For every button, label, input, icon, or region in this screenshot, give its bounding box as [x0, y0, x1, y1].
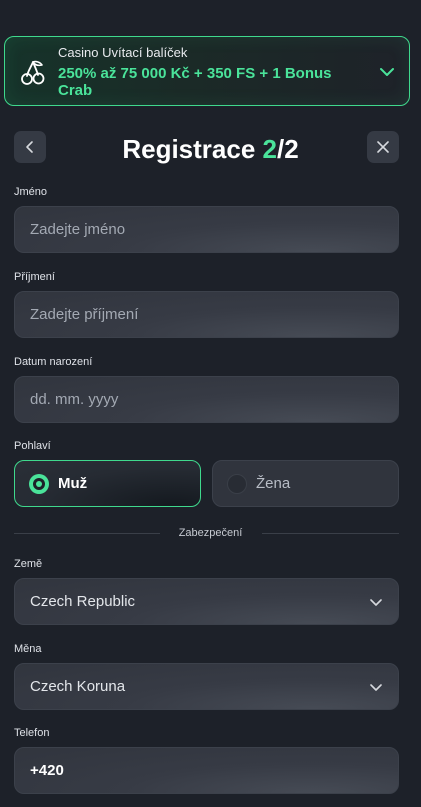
gender-option-female[interactable]: Žena: [212, 460, 399, 507]
page-title: Registrace 2/2: [0, 134, 421, 165]
gender-female-label: Žena: [256, 475, 291, 492]
welcome-bonus-banner[interactable]: Casino Uvítací balíček 250% až 75 000 Kč…: [4, 36, 410, 106]
currency-value: Czech Koruna: [30, 678, 126, 695]
registration-screen: Casino Uvítací balíček 250% až 75 000 Kč…: [0, 0, 421, 807]
close-button[interactable]: [367, 131, 399, 163]
birth-date-field[interactable]: [14, 376, 399, 423]
gender-male-label: Muž: [58, 475, 88, 492]
last-name-field[interactable]: [14, 291, 399, 338]
chevron-down-icon: [370, 599, 382, 606]
chevron-down-icon: [370, 684, 382, 691]
close-icon: [377, 141, 389, 153]
country-select[interactable]: Czech Republic: [14, 578, 399, 625]
currency-select[interactable]: Czech Koruna: [14, 663, 399, 710]
phone-field[interactable]: [14, 747, 399, 794]
step-total: /2: [276, 134, 299, 164]
country-label: Země: [14, 558, 43, 570]
promo-title: Casino Uvítací balíček: [58, 45, 188, 60]
first-name-field[interactable]: [14, 206, 399, 253]
radio-selected-icon[interactable]: [29, 474, 49, 494]
birth-date-label: Datum narození: [14, 356, 93, 368]
currency-label: Měna: [14, 643, 42, 655]
radio-unselected-icon[interactable]: [227, 474, 247, 494]
gender-option-male[interactable]: Muž: [14, 460, 201, 507]
divider-line-right: [262, 533, 399, 534]
first-name-input[interactable]: [30, 207, 360, 252]
phone-label: Telefon: [14, 727, 50, 739]
step-current: 2: [262, 134, 277, 164]
title-text: Registrace: [122, 134, 263, 164]
promo-offer: 250% až 75 000 Kč + 350 FS + 1 Bonus Cra…: [58, 65, 332, 99]
phone-input[interactable]: [30, 748, 360, 793]
birth-date-input[interactable]: [30, 377, 360, 422]
cherry-icon: [21, 60, 45, 85]
first-name-label: Jméno: [14, 186, 48, 198]
country-value: Czech Republic: [30, 593, 136, 610]
gender-label: Pohlaví: [14, 440, 51, 452]
last-name-input[interactable]: [30, 292, 360, 337]
last-name-label: Příjmení: [14, 271, 55, 283]
chevron-down-icon[interactable]: [379, 64, 395, 80]
